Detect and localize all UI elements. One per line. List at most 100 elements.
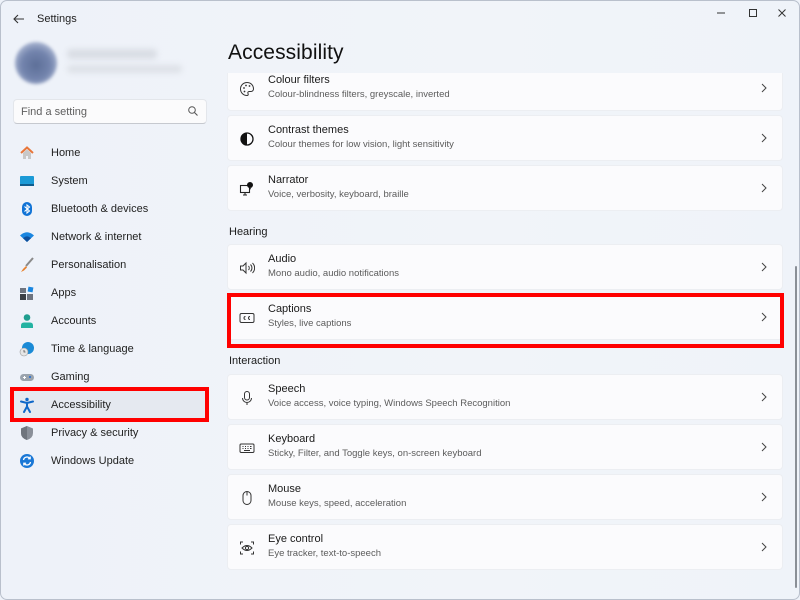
card-title: Mouse xyxy=(268,483,302,495)
microphone-icon xyxy=(239,390,255,406)
chevron-right-icon xyxy=(761,183,767,193)
section-label-interaction: Interaction xyxy=(229,355,281,367)
sidebar-item-system[interactable]: System xyxy=(11,167,207,195)
system-icon xyxy=(19,173,35,189)
avatar xyxy=(15,42,57,84)
gamepad-icon xyxy=(19,369,35,385)
card-subtitle: Mono audio, audio notifications xyxy=(268,268,399,279)
card-colour-filters[interactable]: Colour filters Colour-blindness filters,… xyxy=(227,73,783,111)
keyboard-icon xyxy=(239,440,255,456)
settings-content: Colour filters Colour-blindness filters,… xyxy=(227,73,783,599)
sidebar-item-label: Accessibility xyxy=(51,399,111,411)
speaker-icon xyxy=(239,260,255,276)
contrast-icon xyxy=(239,131,255,147)
sidebar-item-label: Privacy & security xyxy=(51,427,139,439)
sidebar-item-label: Network & internet xyxy=(51,231,142,243)
sidebar-item-home[interactable]: Home xyxy=(11,139,207,167)
wifi-icon xyxy=(19,229,35,245)
card-keyboard[interactable]: Keyboard Sticky, Filter, and Toggle keys… xyxy=(227,424,783,470)
sidebar-item-bluetooth[interactable]: Bluetooth & devices xyxy=(11,195,207,223)
back-arrow-icon xyxy=(13,14,24,24)
bluetooth-icon xyxy=(19,201,35,217)
close-icon xyxy=(778,9,786,17)
minimize-button[interactable] xyxy=(703,4,739,22)
app-title: Settings xyxy=(37,13,77,25)
sidebar-item-windows-update[interactable]: Windows Update xyxy=(11,447,207,475)
section-label-hearing: Hearing xyxy=(229,226,268,238)
card-eye-control[interactable]: Eye control Eye tracker, text-to-speech xyxy=(227,524,783,570)
chevron-right-icon xyxy=(761,133,767,143)
sidebar-item-label: Apps xyxy=(51,287,77,299)
back-button[interactable] xyxy=(9,9,29,29)
card-audio[interactable]: Audio Mono audio, audio notifications xyxy=(227,244,783,290)
sidebar-item-label: Accounts xyxy=(51,315,97,327)
chevron-right-icon xyxy=(761,392,767,402)
card-title: Keyboard xyxy=(268,433,316,445)
sidebar-item-apps[interactable]: Apps xyxy=(11,279,207,307)
person-icon xyxy=(19,313,35,329)
card-subtitle: Colour themes for low vision, light sens… xyxy=(268,139,454,150)
accessibility-icon xyxy=(19,397,35,413)
search-box[interactable] xyxy=(13,99,207,124)
chevron-right-icon xyxy=(761,262,767,272)
eye-control-icon xyxy=(239,540,255,556)
mouse-icon xyxy=(239,490,255,506)
search-input[interactable] xyxy=(14,100,184,123)
sidebar-item-label: Gaming xyxy=(51,371,90,383)
card-speech[interactable]: Speech Voice access, voice typing, Windo… xyxy=(227,374,783,420)
minimize-icon xyxy=(717,12,725,14)
sidebar-item-accounts[interactable]: Accounts xyxy=(11,307,207,335)
sidebar-item-accessibility[interactable]: Accessibility xyxy=(11,391,207,419)
globe-clock-icon xyxy=(19,341,35,357)
sidebar-item-privacy-security[interactable]: Privacy & security xyxy=(11,419,207,447)
sidebar-item-time-language[interactable]: Time & language xyxy=(11,335,207,363)
card-mouse[interactable]: Mouse Mouse keys, speed, acceleration xyxy=(227,474,783,520)
card-title: Speech xyxy=(268,383,306,395)
card-subtitle: Sticky, Filter, and Toggle keys, on-scre… xyxy=(268,448,482,459)
sidebar-nav: Home System Bluetooth & devices Network … xyxy=(11,139,207,475)
title-bar: Settings xyxy=(1,1,799,37)
card-captions[interactable]: Captions Styles, live captions xyxy=(227,294,783,340)
vertical-scrollbar[interactable] xyxy=(795,266,797,588)
card-contrast-themes[interactable]: Contrast themes Colour themes for low vi… xyxy=(227,115,783,161)
card-subtitle: Eye tracker, text-to-speech xyxy=(268,548,381,559)
page-title: Accessibility xyxy=(228,41,344,64)
user-profile[interactable] xyxy=(9,39,189,89)
maximize-icon xyxy=(749,9,757,17)
profile-name-blurred xyxy=(67,49,157,59)
settings-window: Settings Home System xyxy=(0,0,800,600)
sidebar-item-label: Bluetooth & devices xyxy=(51,203,149,215)
profile-email-blurred xyxy=(67,65,182,73)
card-subtitle: Styles, live captions xyxy=(268,318,352,329)
card-subtitle: Voice access, voice typing, Windows Spee… xyxy=(268,398,511,409)
card-narrator[interactable]: Narrator Voice, verbosity, keyboard, bra… xyxy=(227,165,783,211)
sidebar-item-label: Home xyxy=(51,147,81,159)
chevron-right-icon xyxy=(761,83,767,93)
sidebar-item-label: System xyxy=(51,175,88,187)
sidebar-item-personalisation[interactable]: Personalisation xyxy=(11,251,207,279)
card-title: Contrast themes xyxy=(268,124,349,136)
card-title: Narrator xyxy=(268,174,309,186)
card-subtitle: Colour-blindness filters, greyscale, inv… xyxy=(268,89,450,100)
card-title: Captions xyxy=(268,303,312,315)
chevron-right-icon xyxy=(761,442,767,452)
card-title: Audio xyxy=(268,253,297,265)
card-title: Colour filters xyxy=(268,74,330,86)
update-icon xyxy=(19,453,35,469)
card-subtitle: Mouse keys, speed, acceleration xyxy=(268,498,407,509)
search-icon[interactable] xyxy=(187,105,199,117)
apps-icon xyxy=(19,285,35,301)
sidebar-item-label: Time & language xyxy=(51,343,134,355)
close-button[interactable] xyxy=(764,4,799,22)
chevron-right-icon xyxy=(761,492,767,502)
sidebar-item-network[interactable]: Network & internet xyxy=(11,223,207,251)
sidebar-item-gaming[interactable]: Gaming xyxy=(11,363,207,391)
palette-icon xyxy=(239,81,255,97)
brush-icon xyxy=(19,257,35,273)
narrator-icon xyxy=(239,181,255,197)
card-title: Eye control xyxy=(268,533,324,545)
sidebar-item-label: Windows Update xyxy=(51,455,135,467)
captions-icon xyxy=(239,310,255,326)
chevron-right-icon xyxy=(761,542,767,552)
card-subtitle: Voice, verbosity, keyboard, braille xyxy=(268,189,409,200)
